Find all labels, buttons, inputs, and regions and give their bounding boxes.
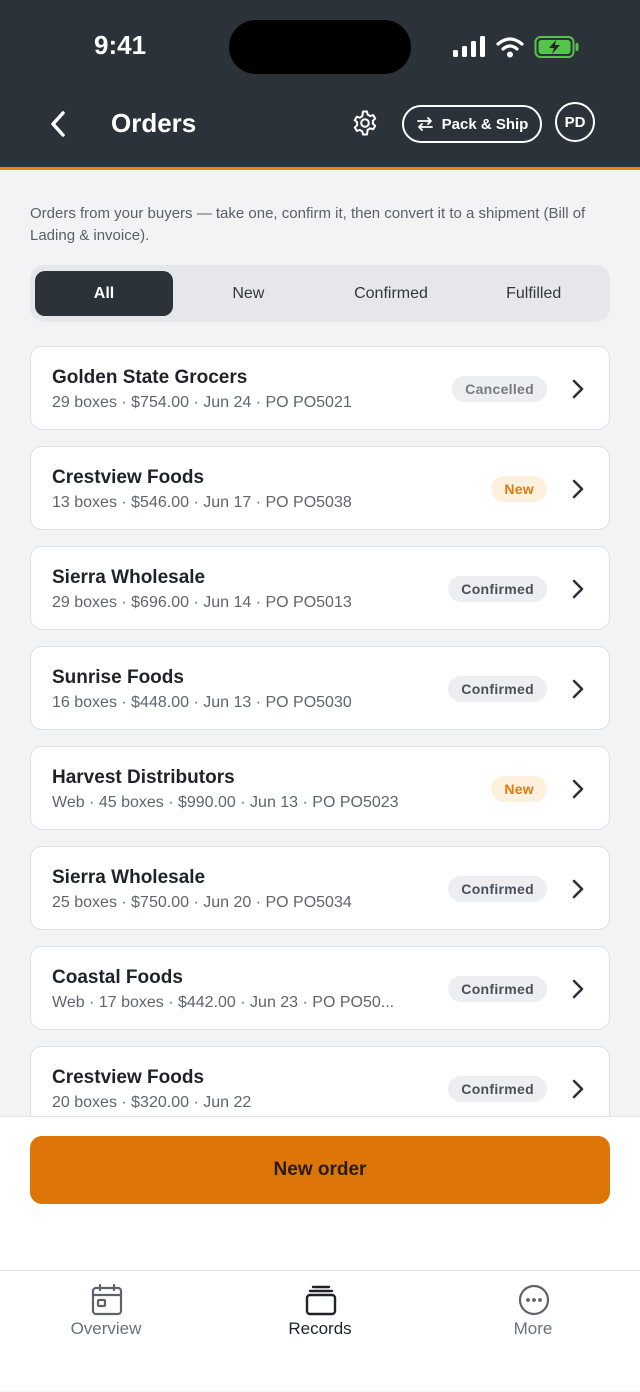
signal-icon <box>453 36 485 57</box>
order-meta: 16 boxes · $448.00 · Jun 13 · PO PO5030 <box>52 694 352 711</box>
order-meta: 25 boxes · $750.00 · Jun 20 · PO PO5034 <box>52 894 352 911</box>
nav-label: Overview <box>70 1319 142 1338</box>
order-meta: 20 boxes · $320.00 · Jun 22 <box>52 1094 252 1111</box>
status-icons <box>452 34 580 60</box>
back-button[interactable] <box>38 104 78 144</box>
chevron-right-icon <box>572 879 584 899</box>
chevron-right-icon <box>572 1079 584 1099</box>
page-title: Orders <box>111 108 197 138</box>
orders-list[interactable]: Golden State Grocers 29 boxes · $754.00 … <box>30 346 610 1116</box>
tab-new[interactable]: New <box>177 271 320 316</box>
buyer-name: Sierra Wholesale <box>52 567 206 588</box>
pack-ship-label: Pack & Ship <box>441 115 529 133</box>
chevron-right-icon <box>572 779 584 799</box>
status-filter-tabs: All New Confirmed Fulfilled <box>30 265 610 322</box>
order-card[interactable]: Harvest Distributors Web · 45 boxes · $9… <box>30 746 610 830</box>
status-badge: Confirmed <box>448 576 547 602</box>
status-badge: Cancelled <box>452 376 547 402</box>
buyer-name: Sunrise Foods <box>52 667 184 688</box>
dynamic-island <box>229 20 411 74</box>
chevron-right-icon <box>572 579 584 599</box>
stack-icon <box>305 1285 337 1316</box>
order-card[interactable]: Sierra Wholesale 29 boxes · $696.00 · Ju… <box>30 546 610 630</box>
wifi-icon <box>496 37 524 58</box>
battery-icon <box>534 36 579 58</box>
tab-fulfilled[interactable]: Fulfilled <box>462 271 605 316</box>
chevron-left-icon <box>51 111 65 137</box>
nav-label: Records <box>288 1319 352 1338</box>
order-card[interactable]: Crestview Foods 20 boxes · $320.00 · Jun… <box>30 1046 610 1116</box>
new-order-button[interactable]: New order <box>30 1136 610 1204</box>
order-meta: 29 boxes · $754.00 · Jun 24 · PO PO5021 <box>52 394 352 411</box>
order-meta: Web · 17 boxes · $442.00 · Jun 23 · PO P… <box>52 994 395 1011</box>
order-card[interactable]: Sierra Wholesale 25 boxes · $750.00 · Ju… <box>30 846 610 930</box>
app-header: 9:41 Orders Pack & Ship PD <box>0 0 640 170</box>
nav-label: More <box>513 1319 553 1338</box>
chevron-right-icon <box>572 379 584 399</box>
gear-icon <box>353 110 377 136</box>
buyer-name: Coastal Foods <box>52 967 183 988</box>
status-badge: Confirmed <box>448 1076 547 1102</box>
status-badge: Confirmed <box>448 976 547 1002</box>
status-badge: New <box>491 476 547 502</box>
page-description: Orders from your buyers — take one, conf… <box>30 205 586 244</box>
chevron-right-icon <box>572 479 584 499</box>
status-badge: Confirmed <box>448 876 547 902</box>
calendar-icon <box>91 1283 123 1316</box>
status-badge: New <box>491 776 547 802</box>
chevron-right-icon <box>572 679 584 699</box>
order-card[interactable]: Golden State Grocers 29 boxes · $754.00 … <box>30 346 610 430</box>
nav-item-more[interactable]: More <box>463 1271 603 1371</box>
order-card[interactable]: Coastal Foods Web · 17 boxes · $442.00 ·… <box>30 946 610 1030</box>
order-meta: 29 boxes · $696.00 · Jun 14 · PO PO5013 <box>52 594 352 611</box>
tab-confirmed[interactable]: Confirmed <box>320 271 463 316</box>
order-card[interactable]: Sunrise Foods 16 boxes · $448.00 · Jun 1… <box>30 646 610 730</box>
buyer-name: Sierra Wholesale <box>52 867 206 888</box>
footer: New order Overview Records More <box>0 1116 640 1391</box>
order-meta: Web · 45 boxes · $990.00 · Jun 13 · PO P… <box>52 794 399 811</box>
pack-ship-button[interactable]: Pack & Ship <box>402 105 542 143</box>
order-card[interactable]: Crestview Foods 13 boxes · $546.00 · Jun… <box>30 446 610 530</box>
more-icon <box>518 1284 550 1316</box>
bottom-nav: Overview Records More <box>0 1270 640 1392</box>
chevron-right-icon <box>572 979 584 999</box>
buyer-name: Crestview Foods <box>52 1067 205 1088</box>
nav-item-overview[interactable]: Overview <box>36 1271 176 1371</box>
swap-arrows-icon <box>416 117 433 131</box>
settings-button[interactable] <box>346 104 384 142</box>
order-meta: 13 boxes · $546.00 · Jun 17 · PO PO5038 <box>52 494 352 511</box>
buyer-name: Harvest Distributors <box>52 767 235 788</box>
buyer-name: Golden State Grocers <box>52 367 248 388</box>
nav-item-records[interactable]: Records <box>250 1271 390 1371</box>
tab-all[interactable]: All <box>35 271 173 316</box>
avatar[interactable]: PD <box>555 102 595 142</box>
buyer-name: Crestview Foods <box>52 467 205 488</box>
status-time: 9:41 <box>94 30 147 60</box>
status-badge: Confirmed <box>448 676 547 702</box>
